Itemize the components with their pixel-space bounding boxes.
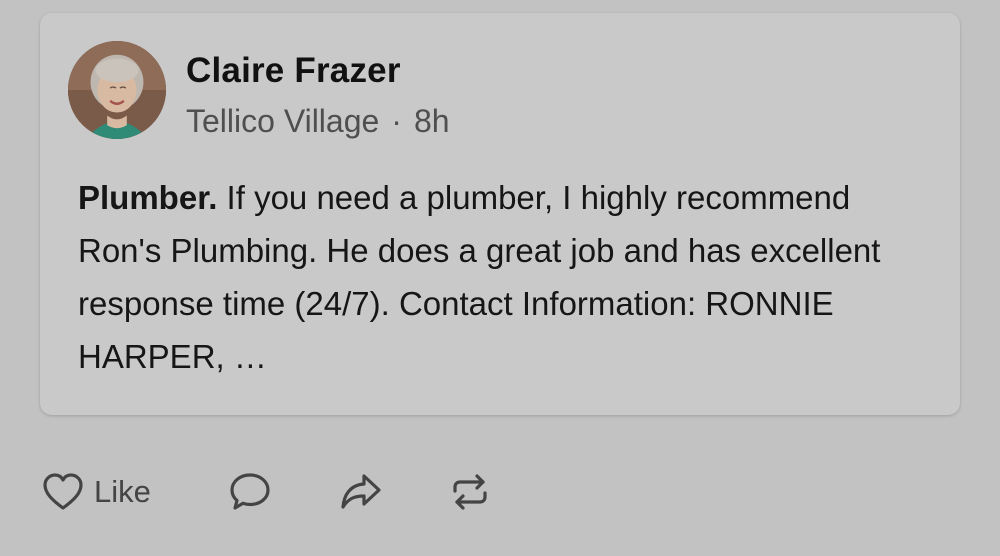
comment-button[interactable] [228, 466, 272, 518]
post-time: 8h [413, 103, 450, 139]
post-location[interactable]: Tellico Village [186, 103, 379, 139]
share-icon [341, 474, 381, 509]
avatar-photo [68, 41, 166, 139]
heart-icon [43, 473, 83, 510]
post-body[interactable]: Plumber. If you need a plumber, I highly… [78, 171, 938, 383]
avatar[interactable] [68, 41, 166, 139]
repost-icon [453, 474, 487, 510]
meta-separator: · [391, 103, 402, 139]
like-label: Like [94, 474, 151, 509]
post-card[interactable]: Claire Frazer Tellico Village · 8h Plumber… [40, 13, 960, 415]
like-button[interactable]: Like [42, 466, 151, 518]
share-button[interactable] [338, 466, 384, 518]
post-lead: Plumber. [78, 179, 218, 216]
author-name[interactable]: Claire Frazer [186, 51, 401, 91]
comment-icon [230, 473, 270, 510]
action-bar: Like [40, 466, 960, 518]
repost-button[interactable] [448, 466, 492, 518]
post-meta: Tellico Village · 8h [186, 103, 450, 140]
